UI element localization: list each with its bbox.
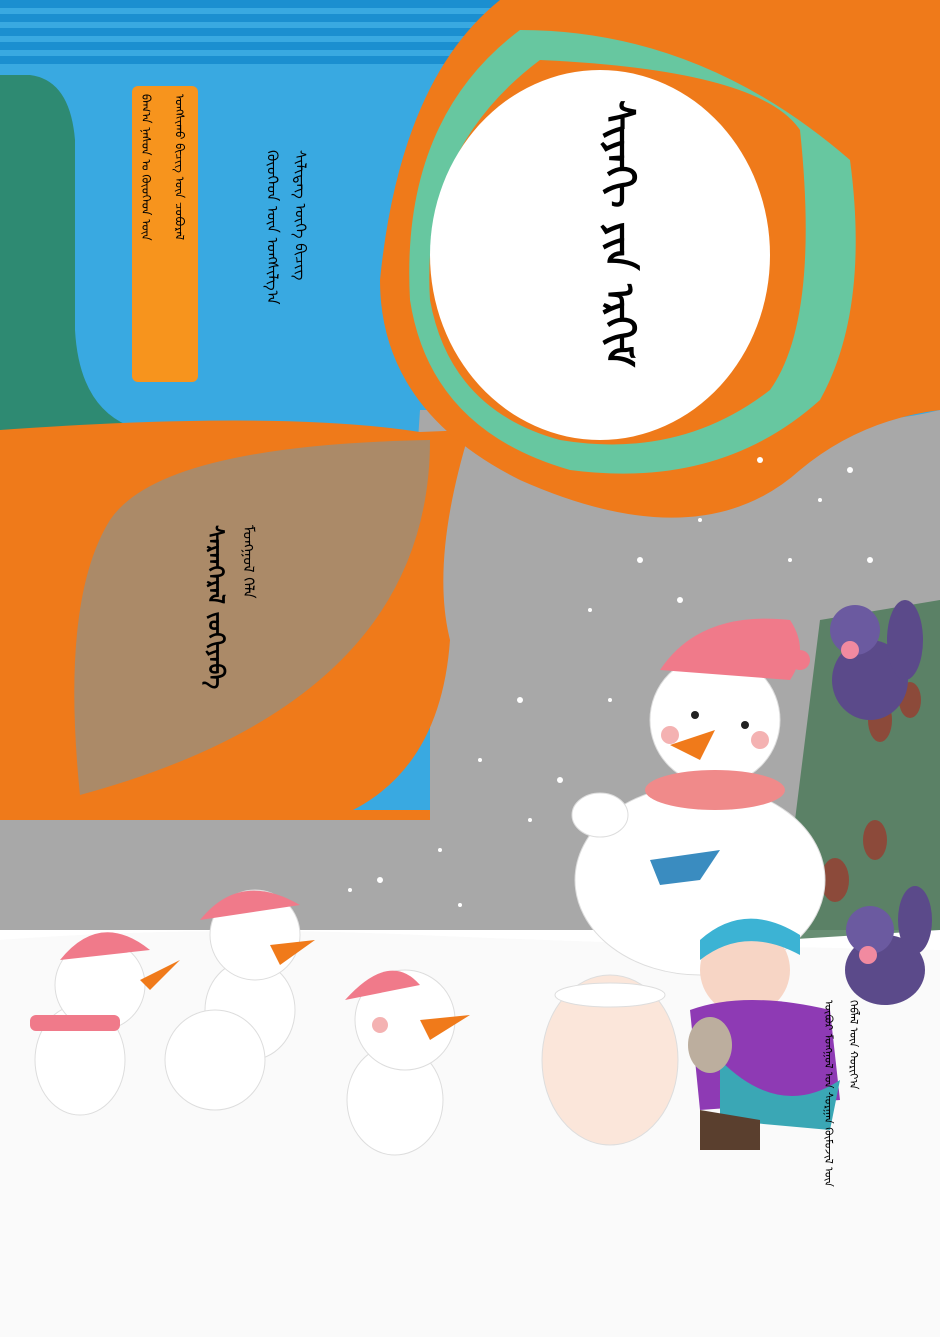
- author-name: ᠰᠠᠷᠠᠨᠭᠡᠷᠡᠯ ᠵᠣᠬᠢᠶᠠᠪᠠ: [202, 525, 228, 690]
- book-title: ᠰᠢᠶᠠᠬᠢ ᠶᠢᠨ ᠡᠷᠬᠢᠮ: [596, 100, 642, 367]
- badge-line-1: ᠪᠠᠭ᠎ᠠ ᠨᠠᠰᠤᠨ ᠤ ᠬᠦᠦᠬᠡᠳ ᠦᠨ: [139, 94, 154, 241]
- series-line-2: ᠰᠢᠯᠢᠳᠡᠭ ᠦᠭᠡ ᠪᠢᠴᠢᠭ: [291, 150, 310, 281]
- series-badge: ᠪᠠᠭ᠎ᠠ ᠨᠠᠰᠤᠨ ᠤ ᠬᠦᠦᠬᠡᠳ ᠦᠨ ᠤᠩᠱᠢᠬᠤ ᠪᠢᠴᠢᠭ ᠦᠨ …: [132, 86, 198, 382]
- badge-line-2: ᠤᠩᠱᠢᠬᠤ ᠪᠢᠴᠢᠭ ᠦᠨ ᠴᠤᠪᠤᠷᠠᠯ: [172, 94, 187, 241]
- series-line-1: ᠬᠦᠦᠬᠡᠳ ᠦᠨ ᠤᠩᠱᠢᠯᠭ᠎ᠠ: [263, 150, 282, 305]
- author-role: ᠮᠣᠩᠭᠣᠯ ᠬᠡᠯᠡ: [239, 525, 258, 599]
- snowball-small: [164, 1009, 266, 1111]
- publisher-line-2: ᠬᠡᠪᠯᠡᠯ ᠦᠨ ᠬᠣᠷᠢᠶ᠎ᠠ: [846, 1000, 860, 1090]
- snowball-large: [541, 974, 679, 1146]
- publisher-line-1: ᠦᠪᠦᠷ ᠮᠣᠩᠭᠣᠯ ᠤᠨ ᠰᠤᠷᠭᠠᠨ ᠬᠦᠮᠦᠵᠢᠯ ᠦᠨ: [821, 1000, 835, 1187]
